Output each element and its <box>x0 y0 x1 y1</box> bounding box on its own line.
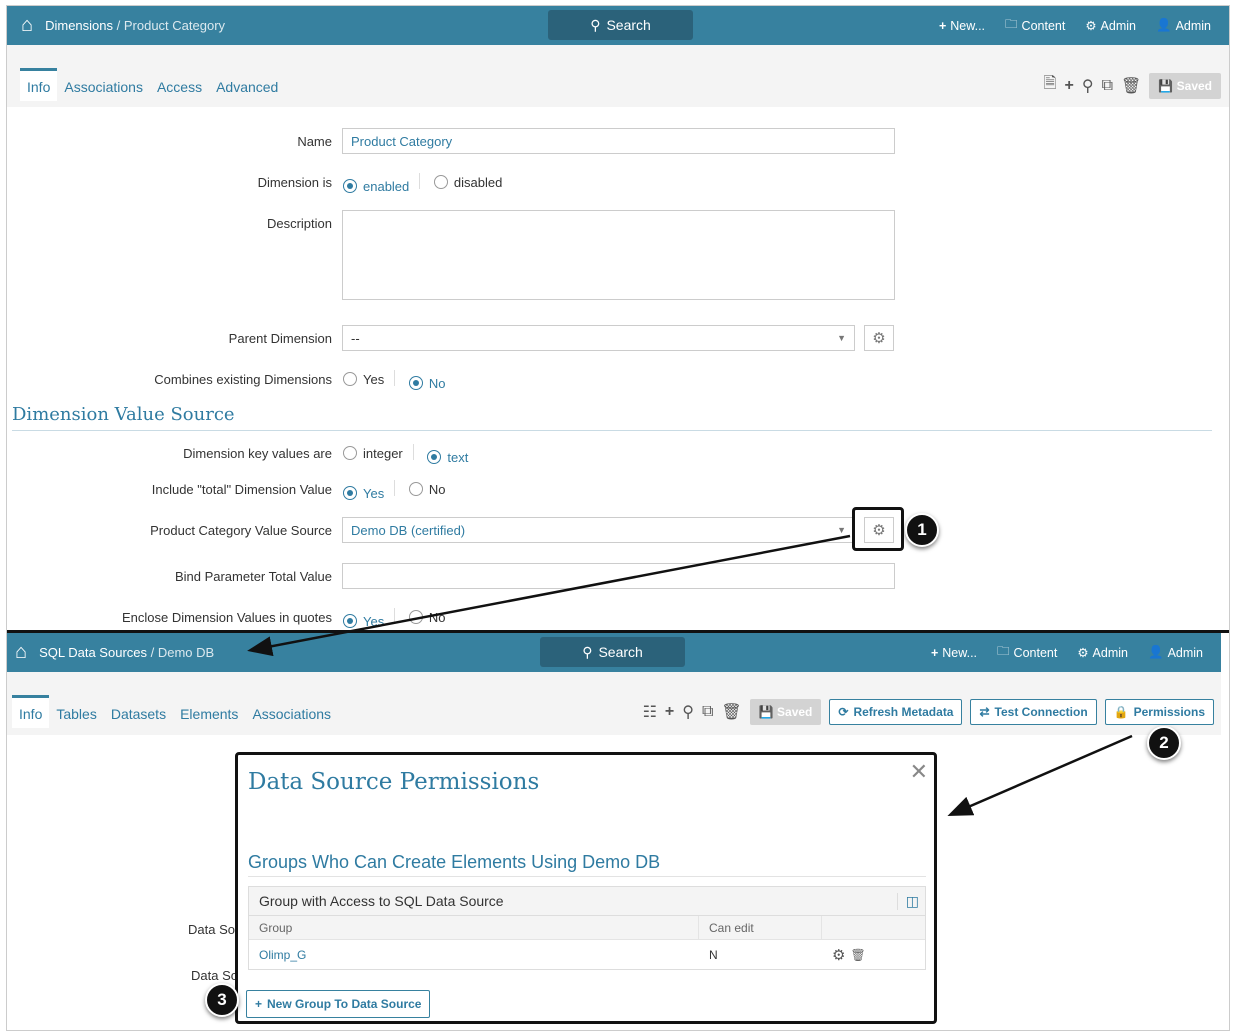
callout-2: 2 <box>1147 726 1181 760</box>
annotation-arrows <box>247 534 1133 816</box>
arrow-1 <box>247 534 851 657</box>
callout-1: 1 <box>905 513 939 547</box>
arrow-2 <box>947 734 1133 816</box>
callout-3: 3 <box>205 983 239 1017</box>
